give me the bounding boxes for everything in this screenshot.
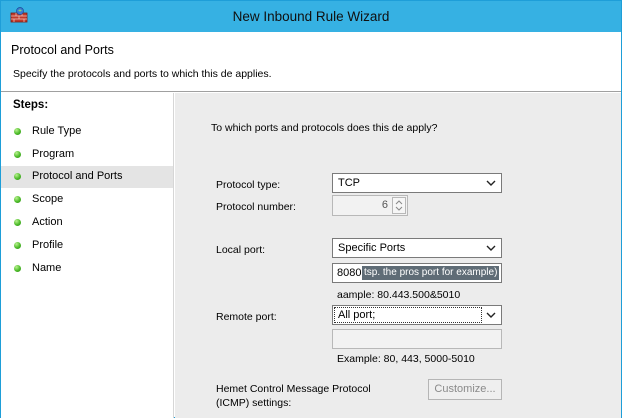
remote-port-value: All port; [338,309,376,321]
window-title: New Inbound Rule Wizard [232,9,390,24]
step-label: Program [32,148,75,160]
protocol-type-dropdown[interactable]: TCP [332,173,502,193]
step-protocol-and-ports[interactable]: Protocol and Ports [1,166,173,188]
step-bullet-icon [14,151,21,158]
wizard-header: Protocol and Ports Specify the protocols… [1,32,621,92]
question-text: To which ports and protocols does this d… [211,122,438,134]
protocol-number-value: 6 [381,199,388,211]
local-port-input[interactable]: 8080 tsp. the pros port for example) [332,263,502,283]
customize-button[interactable]: Customize... [428,379,502,400]
local-port-label: Local port: [216,244,266,256]
remote-port-example: Example: 80, 443, 5000-5010 [337,353,475,365]
local-port-input-value: 8080 [337,267,362,279]
protocol-number-spinner[interactable]: 6 [332,195,408,216]
protocol-number-label: Protocol number: [216,201,296,213]
protocol-type-label: Protocol type: [216,179,281,191]
wizard-window: New Inbound Rule Wizard Protocol and Por… [0,0,622,418]
step-bullet-icon [14,242,21,249]
step-label: Name [32,262,62,274]
step-label: Rule Type [32,125,82,137]
step-bullet-icon [14,173,21,180]
step-label: Profile [32,239,64,251]
local-port-value: Specific Ports [338,242,406,254]
icmp-label-line1: Hemet Control Message Protocol [216,383,371,395]
step-scope[interactable]: Scope [1,189,173,211]
main-content: To which ports and protocols does this d… [175,93,621,418]
protocol-type-value: TCP [338,177,360,189]
steps-title: Steps: [13,99,49,111]
step-bullet-icon [14,219,21,226]
local-port-dropdown[interactable]: Specific Ports [332,238,502,258]
remote-port-dropdown[interactable]: All port; [332,305,502,325]
steps-panel: Steps: Rule Type Program Protocol and Po… [1,93,174,418]
step-action[interactable]: Action [1,212,173,234]
step-program[interactable]: Program [1,144,173,166]
remote-port-input[interactable] [332,329,502,349]
step-rule-type[interactable]: Rule Type [1,121,173,143]
step-bullet-icon [14,196,21,203]
chevron-down-icon [485,177,497,189]
page-title: Protocol and Ports [11,43,114,57]
step-profile[interactable]: Profile [1,235,173,257]
step-bullet-icon [14,265,21,272]
page-subtitle: Specify the protocols and ports to which… [13,68,272,80]
step-name[interactable]: Name [1,258,173,280]
spinner-arrows-icon[interactable] [392,197,406,214]
icmp-label-line2: (ICMP) settings: [216,397,292,409]
local-port-input-selection: tsp. the pros port for example) [362,266,500,280]
title-bar[interactable]: New Inbound Rule Wizard [1,1,621,32]
chevron-down-icon [485,309,497,321]
local-port-example: aample: 80.443.500&5010 [337,289,461,301]
step-label: Action [32,216,63,228]
step-label: Protocol and Ports [32,170,123,182]
step-bullet-icon [14,128,21,135]
remote-port-label: Remote port: [216,311,277,323]
step-label: Scope [32,193,64,205]
chevron-down-icon [485,242,497,254]
